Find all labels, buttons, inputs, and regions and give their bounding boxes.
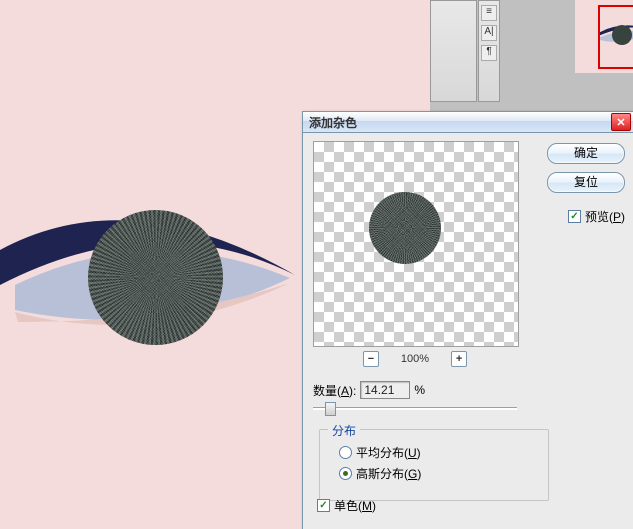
monochrome-checkbox[interactable] [317,499,330,512]
layer-thumbnail[interactable] [598,5,633,69]
noise-preview[interactable] [313,141,519,347]
uniform-label: 平均分布(U) [356,444,421,461]
panel-icon-0[interactable]: ≡ [481,5,497,21]
gaussian-radio-row[interactable]: 高斯分布(G) [339,465,529,482]
ok-button[interactable]: 确定 [547,143,625,164]
preview-checkbox[interactable] [568,210,581,223]
monochrome-label: 单色(M) [334,497,376,514]
amount-label: 数量(A): [313,382,356,399]
amount-input[interactable] [360,381,410,399]
amount-slider[interactable] [313,401,517,415]
uniform-radio-row[interactable]: 平均分布(U) [339,444,529,461]
panel-icon-2[interactable]: ¶ [481,45,497,61]
monochrome-checkbox-row[interactable]: 单色(M) [317,497,376,514]
amount-unit: % [414,383,425,397]
gaussian-radio[interactable] [339,467,352,480]
panel-icon-1[interactable]: A| [481,25,497,41]
noise-preview-disc [369,192,441,264]
zoom-in-button[interactable]: + [451,351,467,367]
side-panel-icons: ≡ A| ¶ [478,0,500,102]
iris-noise-disc [88,210,223,345]
reset-button[interactable]: 复位 [547,172,625,193]
close-button[interactable]: ✕ [611,113,631,131]
dialog-titlebar[interactable]: 添加杂色 ✕ [303,112,633,133]
close-icon: ✕ [616,116,625,129]
distribution-group: 分布 平均分布(U) 高斯分布(G) [319,429,549,501]
gaussian-label: 高斯分布(G) [356,465,421,482]
side-panel-strip [430,0,477,102]
add-noise-dialog: 添加杂色 ✕ − 100% + 确定 复位 [302,111,633,529]
preview-checkbox-row[interactable]: 预览(P) [568,208,625,225]
slider-thumb[interactable] [325,402,336,416]
slider-track [313,407,517,410]
eye-artwork [0,210,310,383]
dialog-title: 添加杂色 [309,114,357,131]
zoom-level: 100% [401,353,429,365]
zoom-out-button[interactable]: − [363,351,379,367]
preview-label: 预览(P) [585,208,625,225]
distribution-legend: 分布 [328,422,360,439]
uniform-radio[interactable] [339,446,352,459]
